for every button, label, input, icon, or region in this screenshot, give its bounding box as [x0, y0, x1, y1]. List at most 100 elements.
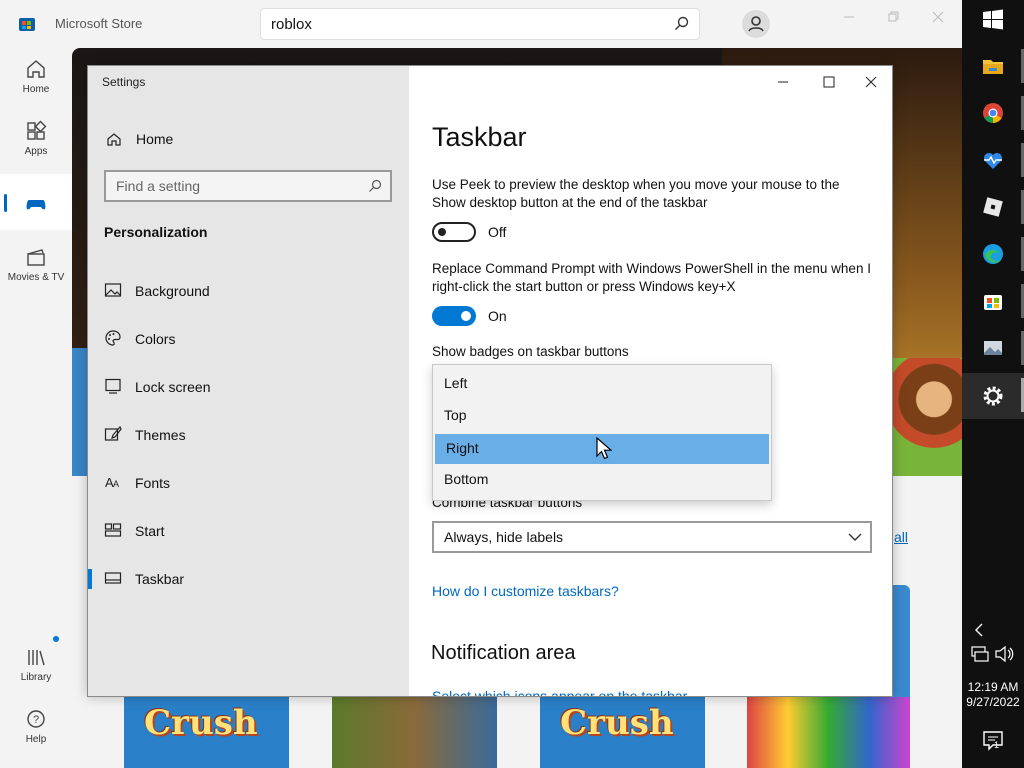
windows-start-icon[interactable]	[981, 8, 1005, 32]
svg-text:A: A	[113, 479, 119, 489]
menu-item-fonts[interactable]: AA Fonts	[88, 463, 409, 503]
store-nav-label: Library	[20, 672, 52, 683]
store-nav-label: Apps	[24, 146, 48, 157]
close-icon[interactable]	[848, 66, 894, 98]
peek-toggle-state: Off	[488, 224, 507, 240]
gear-icon	[983, 386, 1003, 406]
powershell-toggle[interactable]	[432, 306, 476, 326]
combine-dropdown[interactable]: Always, hide labels	[432, 521, 872, 553]
clapperboard-icon	[27, 249, 45, 266]
store-search-box[interactable]: roblox	[260, 8, 700, 40]
option-label: Left	[444, 375, 468, 391]
menu-item-label: Fonts	[135, 475, 171, 491]
peek-description: Use Peek to preview the desktop when you…	[432, 177, 840, 210]
settings-sidebar: Settings Home Find a setting Personaliza…	[88, 66, 409, 696]
store-nav-help[interactable]: ? Help	[0, 700, 72, 760]
menu-item-colors[interactable]: Colors	[88, 319, 409, 359]
store-nav-label: Home	[22, 84, 50, 95]
edge-icon[interactable]	[981, 242, 1005, 266]
clock-date: 9/27/2022	[966, 695, 1020, 709]
find-setting-placeholder: Find a setting	[116, 178, 201, 194]
dropdown-option-top[interactable]: Top	[433, 401, 771, 431]
powershell-toggle-state: On	[488, 308, 507, 324]
store-nav-gaming[interactable]	[0, 174, 72, 230]
roblox-icon[interactable]	[981, 195, 1005, 219]
hero-artwork-left	[72, 348, 88, 476]
user-avatar[interactable]	[742, 10, 770, 38]
palette-icon	[105, 330, 121, 346]
microsoft-store-icon[interactable]	[981, 289, 1005, 313]
menu-item-background[interactable]: Background	[88, 271, 409, 311]
store-title-bar: Microsoft Store roblox	[0, 0, 962, 48]
combine-selected-value: Always, hide labels	[444, 529, 564, 545]
taskbar-icon	[104, 572, 122, 584]
picture-icon	[104, 283, 122, 297]
store-minimize-icon[interactable]	[838, 6, 860, 28]
store-logo-icon	[19, 18, 35, 31]
maximize-icon[interactable]	[806, 66, 852, 98]
person-icon	[748, 16, 764, 32]
store-nav-movies[interactable]: Movies & TV	[0, 238, 72, 298]
library-badge	[53, 636, 59, 642]
menu-item-label: Taskbar	[135, 571, 185, 587]
chrome-icon[interactable]	[981, 101, 1005, 125]
personalization-heading: Personalization	[104, 224, 208, 240]
card-logo-text: Crush	[560, 703, 674, 743]
chevron-left-icon[interactable]	[970, 618, 988, 642]
store-nav-apps[interactable]: Apps	[0, 112, 72, 172]
gamepad-icon	[26, 200, 46, 210]
settings-home-label: Home	[136, 131, 174, 147]
notification-area-heading: Notification area	[431, 642, 576, 664]
customize-taskbars-link[interactable]: How do I customize taskbars?	[432, 583, 619, 599]
apps-icon	[27, 120, 47, 140]
settings-window-title: Settings	[102, 75, 146, 89]
menu-item-label: Lock screen	[135, 379, 211, 395]
store-close-icon[interactable]	[927, 6, 949, 28]
clock-time: 12:19 AM	[967, 680, 1019, 694]
store-app-title: Microsoft Store	[55, 16, 143, 31]
notification-center-icon[interactable]	[981, 728, 1005, 752]
settings-home-link[interactable]: Home	[88, 122, 409, 156]
menu-item-themes[interactable]: Themes	[88, 415, 409, 455]
card-logo-text: Crush	[144, 703, 258, 743]
volume-icon[interactable]	[994, 644, 1014, 664]
store-nav-label: Help	[25, 734, 47, 745]
help-icon: ?	[27, 710, 45, 728]
taskbar-location-dropdown[interactable]: Left Top Right Bottom	[432, 364, 772, 501]
menu-item-label: Background	[135, 283, 210, 299]
peek-toggle[interactable]	[432, 222, 476, 242]
network-icon[interactable]	[970, 644, 990, 664]
store-search-input[interactable]: roblox	[271, 16, 312, 33]
minimize-icon[interactable]	[760, 66, 806, 98]
brush-icon	[104, 425, 122, 441]
menu-item-lock-screen[interactable]: Lock screen	[88, 367, 409, 407]
option-label: Bottom	[444, 471, 489, 487]
store-restore-icon[interactable]	[882, 6, 904, 28]
health-heart-icon[interactable]	[981, 148, 1005, 172]
dropdown-option-left[interactable]: Left	[433, 369, 771, 399]
menu-item-taskbar[interactable]: Taskbar	[88, 559, 409, 599]
store-nav-label: Movies & TV	[7, 272, 65, 283]
menu-item-start[interactable]: Start	[88, 511, 409, 551]
settings-taskbar-button[interactable]	[962, 373, 1024, 419]
svg-text:?: ?	[33, 714, 39, 726]
file-explorer-icon[interactable]	[981, 54, 1005, 78]
option-label: Right	[446, 440, 479, 456]
taskbar-clock[interactable]: 12:19 AM 9/27/2022	[962, 680, 1024, 710]
menu-item-label: Themes	[135, 427, 186, 443]
search-icon[interactable]	[368, 179, 382, 193]
see-all-link[interactable]: all	[894, 529, 908, 545]
dropdown-option-bottom[interactable]: Bottom	[433, 465, 771, 495]
windows-taskbar: 12:19 AM 9/27/2022	[962, 0, 1024, 768]
start-icon	[104, 523, 122, 537]
find-setting-input[interactable]: Find a setting	[104, 170, 392, 202]
notification-count-badge: 1	[994, 740, 1000, 750]
store-nav-home[interactable]: Home	[0, 50, 72, 110]
select-icons-link[interactable]: Select which icons appear on the taskbar	[432, 688, 687, 696]
store-nav-library[interactable]: Library	[0, 636, 72, 698]
lock-screen-icon	[105, 378, 121, 394]
font-icon: AA	[105, 475, 119, 490]
photos-icon[interactable]	[981, 336, 1005, 360]
powershell-description: Replace Command Prompt with Windows Powe…	[432, 261, 871, 294]
search-icon[interactable]	[673, 15, 691, 33]
